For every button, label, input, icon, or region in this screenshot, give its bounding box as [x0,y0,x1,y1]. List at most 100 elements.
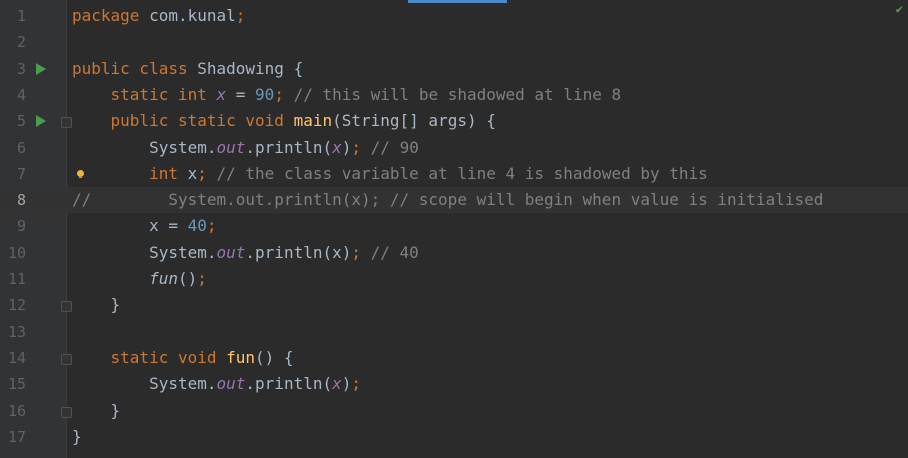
fold-icon[interactable] [61,406,72,418]
code-text[interactable]: } [72,292,121,318]
code-line[interactable]: 15 System.out.println(x); [0,371,908,397]
code-line[interactable]: 9 x = 40; [0,213,908,239]
line-number[interactable]: 9 [0,213,26,239]
fold-icon[interactable] [61,353,72,365]
code-line[interactable]: 13 [0,319,908,345]
code-text[interactable]: System.out.println(x); // 40 [72,240,419,266]
code-token: x = [72,216,188,236]
code-line[interactable]: 11 fun(); [0,266,908,292]
line-number[interactable]: 7 [0,161,26,187]
code-token: x [332,137,342,157]
code-text[interactable]: static void fun() { [72,345,294,371]
code-token: .println( [245,374,333,394]
line-number[interactable]: 12 [0,292,26,318]
code-token: out [216,374,246,394]
line-number[interactable]: 13 [0,319,26,345]
line-number[interactable]: 2 [0,29,26,55]
code-line[interactable]: 8 // System.out.println(x); // scope will… [0,187,908,214]
code-token: } [72,426,82,446]
code-text[interactable]: System.out.println(x); // 90 [72,135,419,161]
code-token: // the class variable at line 4 is shado… [206,163,708,183]
code-line[interactable]: 16 } [0,398,908,424]
code-line[interactable]: 5 public static void main(String[] args)… [0,108,908,134]
code-text[interactable]: fun(); [72,266,207,292]
code-token: System. [72,137,217,157]
code-token: // 90 [361,137,419,157]
code-token: ; [197,269,207,288]
code-text[interactable]: System.out.println(x); [72,371,361,397]
line-number[interactable]: 4 [0,82,26,108]
code-token: () { [255,347,294,367]
code-token: x [187,163,198,183]
code-text[interactable]: static int x = 90; // this will be shado… [72,82,622,108]
fold-icon[interactable] [61,301,72,313]
line-number[interactable]: 15 [0,371,26,397]
code-token: System. [72,242,217,262]
code-text[interactable]: } [72,424,82,450]
code-text[interactable]: // System.out.println(x); // scope will … [72,187,823,213]
code-text[interactable]: public static void main(String[] args) { [72,108,496,134]
code-token: .println( [245,137,333,157]
line-number[interactable]: 6 [0,135,26,161]
code-line[interactable]: 4 static int x = 90; // this will be sha… [0,82,908,108]
code-token: public static void [72,111,294,131]
code-token: fun [149,269,178,288]
code-token: = [226,84,256,104]
code-line[interactable]: 10 System.out.println(x); // 40 [0,240,908,266]
code-token: // this will be shadowed at line 8 [283,84,622,104]
run-icon[interactable] [36,62,46,75]
line-number[interactable]: 5 [0,108,26,134]
code-token: (String[] args) { [332,111,496,131]
code-token: out [216,137,246,157]
code-token: ) [341,137,352,157]
run-icon[interactable] [36,115,46,128]
code-token: 90 [255,84,275,104]
code-token: .println(x) [245,242,352,262]
code-token: int [72,163,188,183]
line-number[interactable]: 11 [0,266,26,292]
code-token: static void [72,347,227,367]
code-text[interactable]: package com.kunal; [72,3,245,29]
line-number[interactable]: 10 [0,240,26,266]
code-token: public class [72,58,198,78]
code-text[interactable]: x = 40; [72,213,217,239]
code-token: fun [226,347,256,367]
code-token: ; [206,216,217,236]
code-token: ; [351,137,362,157]
code-token: static int [72,84,217,104]
code-token: } [72,400,121,420]
code-line[interactable]: 1 package com.kunal; [0,3,908,29]
line-number[interactable]: 14 [0,345,26,371]
code-token: package [72,6,140,25]
code-line[interactable]: 7 int x; // the class variable at line 4… [0,161,908,187]
code-token: ; [235,6,246,25]
code-token: main [293,111,333,131]
code-token: // 40 [361,242,419,262]
code-token: ; [351,374,362,394]
code-line[interactable]: 14 static void fun() { [0,345,908,371]
line-number[interactable]: 17 [0,424,26,450]
code-line[interactable]: 3 public class Shadowing { [0,56,908,82]
code-token: ; [197,163,207,183]
line-number[interactable]: 16 [0,398,26,424]
code-token: ; [274,84,284,104]
code-token: System. [72,374,217,394]
code-text[interactable]: int x; // the class variable at line 4 i… [72,161,708,187]
code-line[interactable]: 2 [0,29,908,55]
code-token: ) [341,374,352,394]
code-line[interactable]: 6 System.out.println(x); // 90 [0,135,908,161]
code-text[interactable]: public class Shadowing { [72,56,303,82]
code-line[interactable]: 12 } [0,292,908,318]
code-token: ; [351,242,362,262]
fold-icon[interactable] [61,117,72,129]
code-token: Shadowing { [197,58,304,78]
code-token: x [332,374,342,394]
code-line[interactable]: 17} [0,424,908,450]
code-text[interactable]: } [72,398,121,424]
line-number[interactable]: 1 [0,3,26,29]
line-number[interactable]: 3 [0,56,26,82]
code-token: out [216,242,246,262]
line-number[interactable]: 8 [0,187,26,213]
code-token: } [72,295,121,315]
